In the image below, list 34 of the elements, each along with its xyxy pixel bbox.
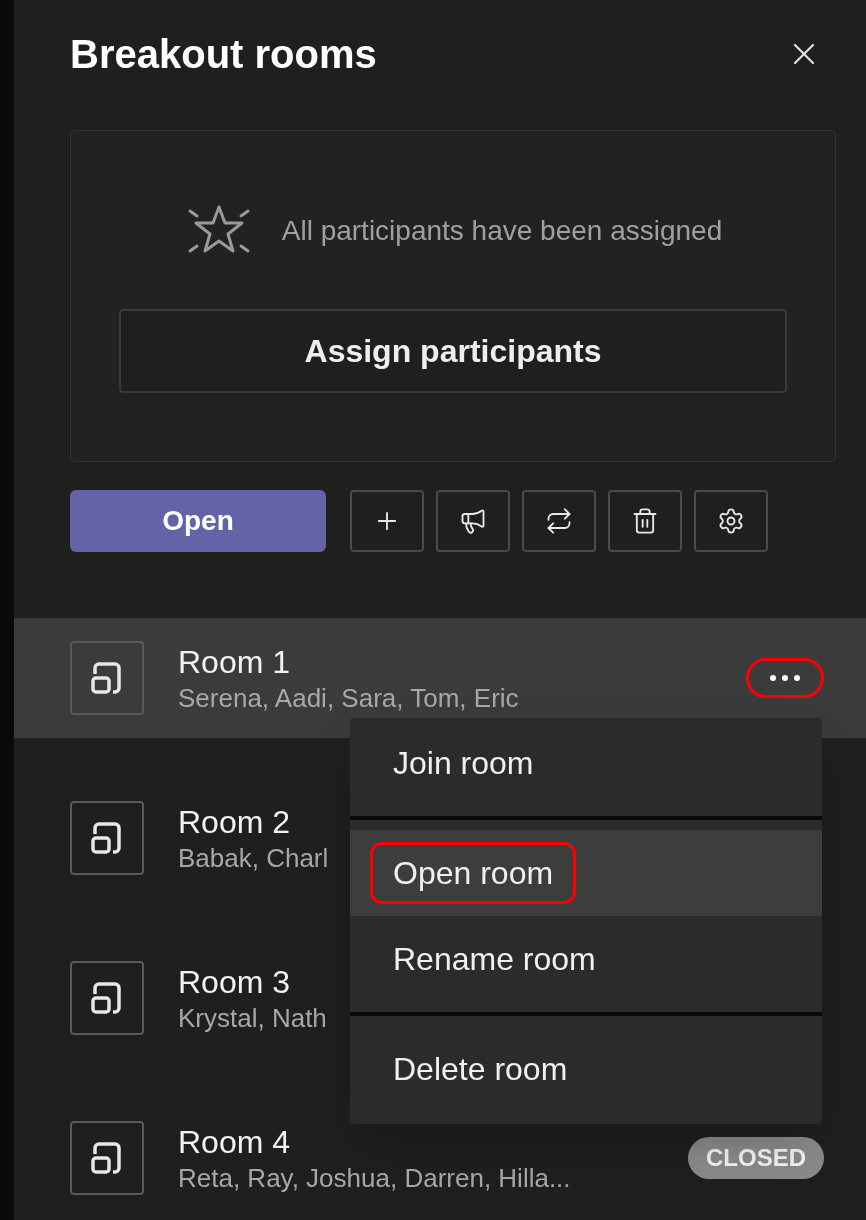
menu-item-label: Open room xyxy=(370,842,577,904)
room-icon xyxy=(70,801,144,875)
more-icon xyxy=(770,675,800,681)
assign-participants-button[interactable]: Assign participants xyxy=(119,309,787,393)
settings-icon xyxy=(717,507,745,535)
menu-item[interactable]: Open room xyxy=(350,830,822,916)
panel-title: Breakout rooms xyxy=(70,31,377,78)
room-name: Room 2 xyxy=(178,803,292,842)
room-icon xyxy=(70,1121,144,1195)
status-message: All participants have been assigned xyxy=(281,214,723,248)
settings-button[interactable] xyxy=(694,490,768,552)
room-name: Room 1 xyxy=(178,643,292,682)
trash-icon xyxy=(631,507,659,535)
megaphone-icon xyxy=(459,507,487,535)
more-options-button[interactable] xyxy=(746,658,824,698)
room-icon xyxy=(70,961,144,1035)
announce-button[interactable] xyxy=(436,490,510,552)
room-participants: Babak, Charl xyxy=(178,842,330,874)
reassign-button[interactable] xyxy=(522,490,596,552)
menu-item-label: Delete room xyxy=(392,1050,569,1089)
room-participants: Krystal, Nath xyxy=(178,1002,328,1034)
menu-item-label: Rename room xyxy=(392,940,597,979)
room-participants: Serena, Aadi, Sara, Tom, Eric xyxy=(178,682,520,714)
room-name: Room 4 xyxy=(178,1123,292,1162)
swap-icon xyxy=(545,507,573,535)
status-badge: CLOSED xyxy=(688,1137,824,1179)
delete-button[interactable] xyxy=(608,490,682,552)
room-icon xyxy=(70,641,144,715)
room-row[interactable]: Room 1 Serena, Aadi, Sara, Tom, Eric xyxy=(14,618,866,738)
open-button[interactable]: Open xyxy=(70,490,326,552)
room-participants: Reta, Ray, Joshua, Darren, Hilla... xyxy=(178,1162,572,1194)
menu-item[interactable]: Rename room xyxy=(350,916,822,1002)
room-name: Room 3 xyxy=(178,963,292,1002)
menu-item-label: Join room xyxy=(392,744,535,783)
